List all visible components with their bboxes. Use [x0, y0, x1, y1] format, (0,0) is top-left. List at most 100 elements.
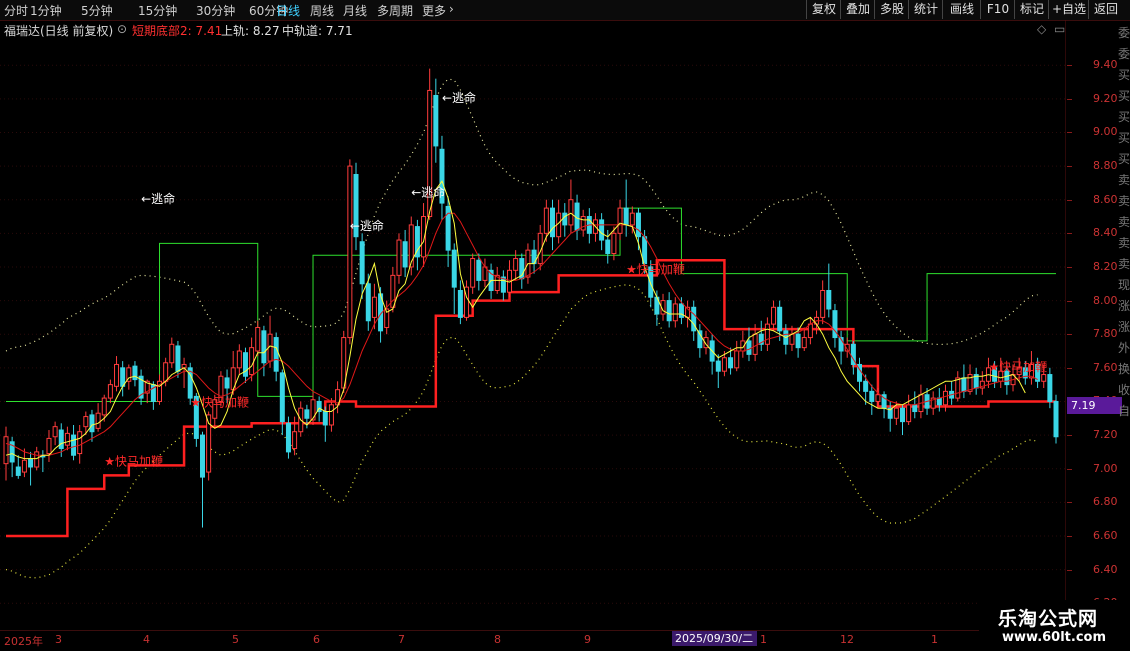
candle-body	[169, 343, 175, 364]
candle-body	[255, 326, 261, 352]
candle	[433, 78, 439, 163]
candle-body	[163, 362, 169, 382]
candle	[169, 337, 175, 368]
candle	[973, 367, 979, 395]
candle	[746, 327, 752, 362]
candle-body	[942, 390, 948, 406]
candle-body	[771, 306, 777, 325]
candle	[562, 203, 568, 237]
candle	[519, 253, 525, 289]
candle	[531, 240, 537, 274]
support-step-line	[6, 258, 1056, 538]
lower-band-line	[5, 284, 1038, 579]
candle	[857, 357, 863, 392]
back-button[interactable]: 返回	[1088, 0, 1123, 19]
candle-body	[285, 422, 291, 453]
side-quote-glyph: 卖	[1118, 257, 1130, 271]
candle-body	[120, 367, 126, 387]
candle-body	[721, 357, 727, 372]
candle-body	[764, 323, 770, 345]
candle-body	[936, 397, 942, 406]
candle	[255, 320, 261, 357]
candle-body	[863, 380, 869, 392]
candle	[414, 219, 420, 271]
candle	[285, 416, 291, 459]
side-quote-glyph: 卖	[1118, 194, 1130, 208]
candle-body	[807, 323, 813, 339]
candle-body	[752, 333, 758, 355]
candle	[697, 324, 703, 358]
candle-body	[1047, 374, 1053, 402]
candle-body	[623, 207, 629, 226]
candle	[764, 317, 770, 352]
candle	[150, 381, 156, 410]
candle	[451, 243, 457, 315]
candle	[138, 369, 144, 405]
candle-body	[261, 330, 267, 364]
candle	[832, 303, 838, 348]
escape-signal-label: ←逃命	[350, 218, 384, 233]
candle	[771, 300, 777, 331]
candle-body	[433, 94, 439, 147]
date-label-nov: 1	[760, 633, 767, 646]
candle-body	[242, 352, 248, 377]
candle	[181, 357, 187, 388]
candle	[9, 436, 15, 478]
side-quote-strip: 委委买买买买买卖卖卖卖卖现涨涨外换收自	[1118, 20, 1130, 600]
candle	[335, 381, 341, 414]
candle	[273, 332, 279, 382]
candle-body	[678, 303, 684, 318]
candle	[359, 233, 365, 299]
side-quote-glyph: 收	[1118, 383, 1130, 397]
candle	[157, 374, 163, 405]
candle	[15, 455, 21, 479]
candle	[464, 280, 470, 321]
watermark-title: 乐淘公式网	[998, 608, 1099, 630]
candle-body	[279, 372, 285, 423]
price-tick-label: 6.80	[1093, 495, 1118, 509]
candle	[95, 403, 101, 432]
candle	[801, 327, 807, 352]
cursor-date-label: 2025/09/30/二	[672, 631, 757, 646]
candle-body	[101, 397, 107, 416]
candle-body	[728, 357, 734, 369]
candle	[918, 384, 924, 419]
ma5-line	[5, 180, 1026, 460]
price-tick-mark	[1067, 367, 1072, 369]
price-tick-mark	[1067, 502, 1072, 504]
candle-body	[71, 434, 77, 456]
candle-body	[912, 404, 918, 413]
candle-body	[304, 409, 310, 419]
price-tick-mark	[1067, 132, 1072, 134]
candle	[826, 263, 832, 318]
candle	[568, 179, 574, 234]
side-quote-glyph: 自	[1118, 404, 1130, 418]
candle	[807, 317, 813, 345]
candle	[457, 280, 463, 325]
candle-body	[629, 212, 635, 226]
candle	[64, 426, 70, 451]
price-tick-label: 8.20	[1093, 259, 1118, 273]
candle-body	[365, 283, 371, 322]
candle-body	[642, 236, 648, 265]
candle-body	[789, 333, 795, 345]
candle	[114, 356, 120, 392]
candlestick-chart[interactable]: ←逃命 ←逃命 ←逃命 ←逃命 ★快马加鞭 ★快马加鞭 ★快马加鞭 ★快马加鞭	[0, 0, 1066, 630]
candle	[685, 300, 691, 328]
candle-body	[114, 363, 120, 387]
side-quote-glyph: 涨	[1118, 320, 1130, 334]
price-tick-label: 8.40	[1093, 226, 1118, 240]
candle	[672, 297, 678, 328]
candle-body	[543, 207, 549, 234]
candle-body	[635, 212, 641, 238]
candle-body	[513, 258, 519, 271]
candle	[507, 260, 513, 298]
price-tick-mark	[1067, 468, 1072, 470]
candle-body	[666, 300, 672, 322]
candle-body	[273, 337, 279, 372]
price-tick-label: 9.40	[1093, 58, 1118, 72]
price-tick-label: 7.60	[1093, 360, 1118, 374]
buy-signal-label: ★快马加鞭	[988, 360, 1047, 374]
price-tick-label: 8.80	[1093, 159, 1118, 173]
candle	[439, 135, 445, 220]
